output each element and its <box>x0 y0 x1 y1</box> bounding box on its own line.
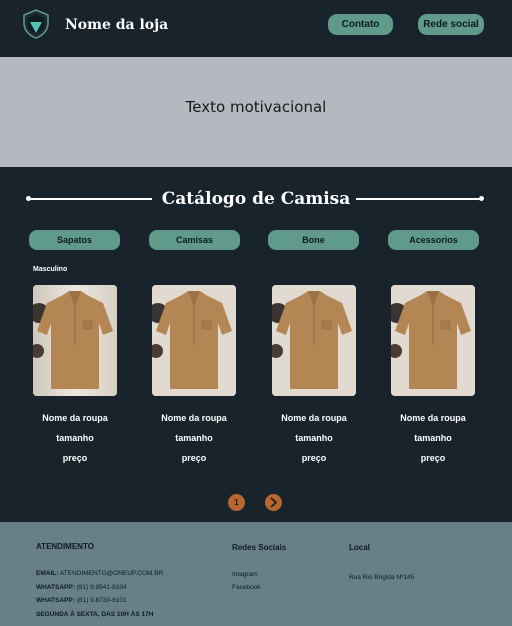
whatsapp-label: WHATSAPP: <box>36 597 75 604</box>
whatsapp-line-1: WHATSAPP: (81) 9.9541-8334 <box>36 584 127 591</box>
banner-text: Texto motivacional <box>185 98 327 116</box>
shield-logo-icon[interactable] <box>23 9 49 39</box>
product-price: preço <box>301 453 327 463</box>
category-button-sapatos[interactable]: Sapatos <box>29 230 120 250</box>
category-button-bone[interactable]: Bone <box>268 230 359 250</box>
business-hours: SEGUNDA À SEXTA, DAS 10H ÀS 17H <box>36 611 154 618</box>
product-name[interactable]: Nome da roupa <box>373 413 493 423</box>
product-card[interactable]: Nome da roupa tamanho preço <box>391 285 475 463</box>
address: Rua Rio Brigida Nº145 <box>349 574 415 581</box>
whatsapp-number[interactable]: (81) 9.9541-8334 <box>77 584 127 591</box>
email-label: EMAIL: <box>36 570 59 577</box>
store-name[interactable]: Nome da loja <box>65 17 168 33</box>
product-name[interactable]: Nome da roupa <box>15 413 135 423</box>
product-name[interactable]: Nome da roupa <box>254 413 374 423</box>
product-image[interactable] <box>33 285 117 396</box>
subcategory-label: Masculino <box>33 266 68 273</box>
product-price: preço <box>420 453 446 463</box>
product-card[interactable]: Nome da roupa tamanho preço <box>272 285 356 463</box>
atendimento-title: ATENDIMENTO <box>36 542 94 551</box>
product-card[interactable]: Nome da roupa tamanho preço <box>152 285 236 463</box>
product-name[interactable]: Nome da roupa <box>134 413 254 423</box>
chevron-right-icon <box>270 497 278 508</box>
divider-dot-right <box>479 196 484 201</box>
shirt-image-icon <box>33 285 117 396</box>
local-title: Local <box>349 543 370 552</box>
category-button-camisas[interactable]: Camisas <box>149 230 240 250</box>
product-size: tamanho <box>175 433 213 443</box>
social-link-instagram[interactable]: Intagram <box>232 571 258 578</box>
product-image[interactable] <box>272 285 356 396</box>
email-address[interactable]: ATENDIMENTO@ONEUP.COM.BR <box>60 570 163 577</box>
contact-button[interactable]: Contato <box>328 14 393 35</box>
site-footer: ATENDIMENTO EMAIL: ATENDIMENTO@ONEUP.COM… <box>0 522 512 626</box>
email-line: EMAIL: ATENDIMENTO@ONEUP.COM.BR <box>36 570 163 577</box>
motivational-banner: Texto motivacional <box>0 57 512 167</box>
divider-right <box>356 198 481 200</box>
pagination-next-button[interactable] <box>265 494 282 511</box>
product-card[interactable]: Nome da roupa tamanho preço <box>33 285 117 463</box>
whatsapp-label: WHATSAPP: <box>36 584 75 591</box>
whatsapp-line-2: WHATSAPP: (81) 9.8739-6101 <box>36 597 127 604</box>
product-image[interactable] <box>152 285 236 396</box>
product-image[interactable] <box>391 285 475 396</box>
product-price: preço <box>62 453 88 463</box>
social-title: Redes Sociais <box>232 543 287 552</box>
product-price: preço <box>181 453 207 463</box>
site-header: Nome da loja Contato Rede social <box>0 0 512 57</box>
shirt-image-icon <box>152 285 236 396</box>
shirt-image-icon <box>391 285 475 396</box>
social-network-button[interactable]: Rede social <box>418 14 484 35</box>
catalog-section: Catálogo de Camisa Sapatos Camisas Bone … <box>0 167 512 522</box>
social-link-facebook[interactable]: Facebook <box>232 584 261 591</box>
whatsapp-number[interactable]: (81) 9.8739-6101 <box>77 597 127 604</box>
product-size: tamanho <box>56 433 94 443</box>
product-size: tamanho <box>295 433 333 443</box>
product-size: tamanho <box>414 433 452 443</box>
pagination-current-page[interactable]: 1 <box>228 494 245 511</box>
shirt-image-icon <box>272 285 356 396</box>
category-button-acessorios[interactable]: Acessorios <box>388 230 479 250</box>
